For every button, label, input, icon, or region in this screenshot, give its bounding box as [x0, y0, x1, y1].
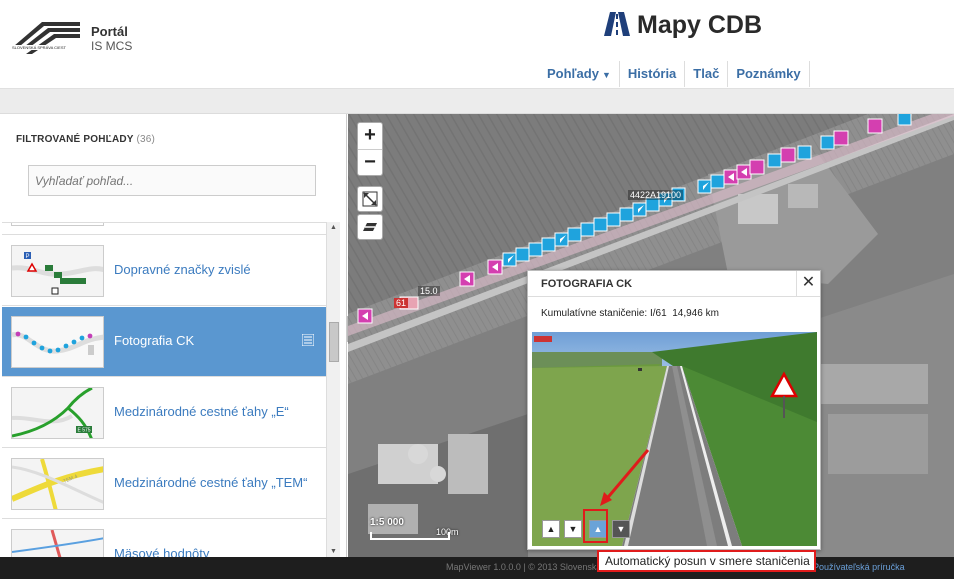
close-icon[interactable]: ✕ — [796, 271, 820, 296]
view-thumbnail: E 575 — [11, 387, 104, 439]
highlight-box — [583, 509, 608, 543]
photo-panel: FOTOGRAFIA CK ✕ Kumulatívne staničenie: … — [527, 270, 821, 550]
portal-subtitle: IS MCS — [91, 39, 133, 53]
svg-text:P: P — [26, 254, 30, 260]
list-item-active[interactable]: Fotografia CK — [2, 307, 326, 377]
sidebar-scrollbar[interactable]: ▲ ▼ — [326, 222, 340, 557]
road-number-label: 61 — [394, 298, 409, 308]
photo-next-button[interactable]: ▼ — [564, 520, 582, 538]
sidebar-heading: FILTROVANÉ POHĽADY (36) — [16, 134, 156, 145]
view-thumbnail — [11, 223, 104, 226]
list-item-label: Dopravné značky zvislé — [114, 262, 251, 277]
road-photo — [532, 332, 817, 546]
nav-pohlady[interactable]: Pohľady ▼ — [539, 61, 620, 87]
chainage-info: Kumulatívne staničenie: I/61 14,946 km — [541, 308, 719, 319]
portal-title: Portál — [91, 24, 128, 39]
tooltip: Automatický posun v smere staničenia — [597, 550, 816, 572]
zoom-in-button[interactable]: + — [358, 123, 382, 150]
header: SLOVENSKÁ SPRÁVA CIEST Portál IS MCS Map… — [0, 0, 954, 88]
scroll-down-icon[interactable]: ▼ — [330, 548, 337, 555]
view-thumbnail: TEM 4 — [11, 458, 104, 510]
view-search-input[interactable] — [28, 165, 316, 196]
view-count: (36) — [136, 134, 156, 145]
list-item[interactable]: E 575 Medzinárodné cestné ťahy „E“ — [2, 378, 326, 448]
list-item[interactable]: TEM 4 Medzinárodné cestné ťahy „TEM“ — [2, 449, 326, 519]
photo-panel-title: FOTOGRAFIA CK — [541, 278, 633, 290]
zoom-out-button[interactable]: − — [358, 150, 382, 177]
view-thumbnail — [11, 529, 104, 557]
expand-icon — [362, 191, 378, 207]
scale-bar — [370, 532, 450, 540]
chainage-label: 15.0 — [418, 286, 440, 296]
list-item[interactable]: Mäsové hodnôty — [2, 520, 326, 557]
sidebar: FILTROVANÉ POHĽADY (36) P — [0, 114, 347, 557]
list-item-label: Medzinárodné cestné ťahy „TEM“ — [114, 475, 308, 490]
layers-button[interactable] — [357, 214, 383, 240]
photo-prev-button[interactable]: ▲ — [542, 520, 560, 538]
nav-poznamky[interactable]: Poznámky — [728, 61, 810, 87]
nav-historia[interactable]: História — [620, 61, 686, 87]
svg-text:SLOVENSKÁ SPRÁVA CIEST: SLOVENSKÁ SPRÁVA CIEST — [12, 45, 67, 50]
view-thumbnail: P — [11, 245, 104, 297]
list-item-label: Mäsové hodnôty — [114, 546, 210, 557]
list-item-label: Medzinárodné cestné ťahy „E“ — [114, 404, 289, 419]
main-nav: Pohľady ▼ História Tlač Poznámky — [539, 61, 810, 87]
layers-icon — [363, 223, 377, 231]
scroll-up-icon[interactable]: ▲ — [330, 224, 337, 231]
nav-tlac[interactable]: Tlač — [685, 61, 729, 87]
toolbar-band — [0, 88, 954, 114]
list-item-label: Fotografia CK — [114, 333, 195, 348]
view-thumbnail — [11, 316, 104, 368]
app-title: Mapy CDB — [637, 11, 763, 39]
divider — [528, 296, 820, 297]
ssc-logo[interactable]: SLOVENSKÁ SPRÁVA CIEST — [12, 16, 82, 60]
fullscreen-button[interactable] — [357, 186, 383, 212]
list-icon[interactable] — [302, 334, 314, 346]
zoom-control: + − — [357, 122, 383, 176]
list-item[interactable]: P Dopravné značky zvislé — [2, 236, 326, 306]
scale-ratio: 1:5 000 — [370, 517, 404, 528]
view-list[interactable]: P Dopravné značky zvislé Fotografia CK E… — [2, 222, 326, 557]
road-section-label: 4422A19100 — [628, 190, 684, 200]
auto-backward-button[interactable]: ▼ — [612, 520, 630, 538]
svg-text:E 575: E 575 — [78, 428, 91, 434]
scroll-thumb[interactable] — [329, 322, 339, 362]
annotation-arrow-icon — [600, 449, 650, 506]
list-item[interactable] — [2, 223, 326, 235]
user-guide-link[interactable]: Používateľská príručka — [813, 562, 905, 572]
road-logo-icon — [604, 12, 630, 36]
chevron-down-icon: ▼ — [601, 70, 611, 80]
